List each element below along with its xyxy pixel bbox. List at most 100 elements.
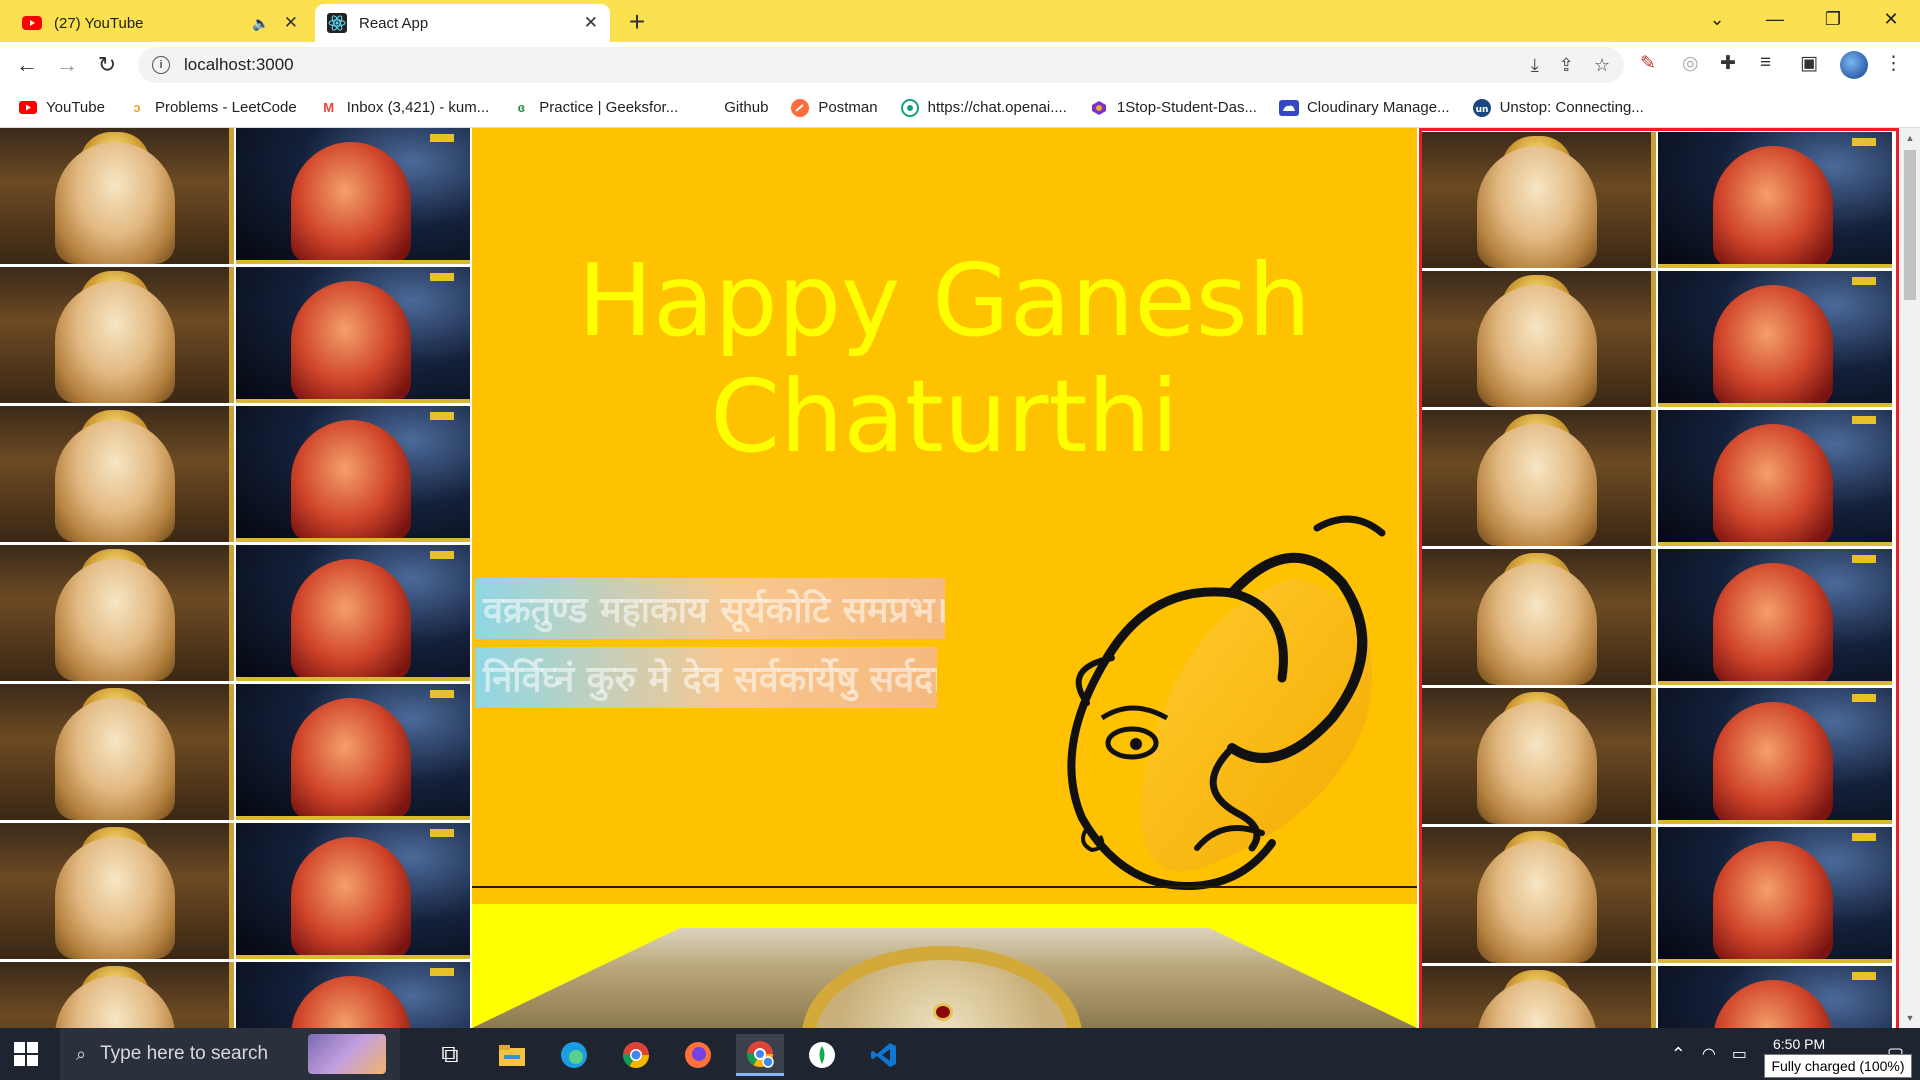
bookmark-1stop[interactable]: 1Stop-Student-Das... [1089,99,1257,116]
mongodb-icon[interactable] [798,1034,846,1076]
address-bar[interactable]: i localhost:3000 ⤓ ⇪ ☆ [138,47,1624,83]
ganesha-photo-tile-red [1658,132,1892,268]
restore-icon[interactable]: ❐ [1804,0,1862,38]
taskbar-clock[interactable]: 6:50 PM [1773,1036,1825,1052]
scroll-up-icon[interactable]: ▲ [1900,130,1920,146]
svg-text:un: un [1475,105,1488,115]
headline-line-1: Happy Ganesh [577,242,1312,359]
ganesha-photo-tile-red [1658,410,1892,546]
tab-react-app[interactable]: React App ✕ [315,4,610,42]
bookmark-label: https://chat.openai.... [927,99,1067,116]
ganesha-photo-tile-golden [0,962,234,1028]
firefox-icon[interactable] [674,1034,722,1076]
ganesha-photo-tile-golden [1422,966,1656,1028]
search-icon: ⌕ [76,1043,87,1064]
pen-extension-icon[interactable]: ✎ [1640,52,1656,75]
windows-taskbar: ⌕ Type here to search ⧉ ⌃ ◠ ▭ ▢ 6:50 PM [0,1028,1920,1080]
reload-icon[interactable]: ↻ [92,50,122,80]
share-icon[interactable]: ⇪ [1559,55,1574,76]
window-controls: ⌄ — ❐ ✕ [1688,0,1920,42]
greeting-panel: Happy Ganesh Chaturthi वक्रतुण्ड महाकाय … [472,128,1417,1028]
reading-list-icon[interactable]: ≡ [1760,52,1771,74]
forward-icon[interactable]: → [52,50,82,80]
page-viewport: Happy Ganesh Chaturthi वक्रतुण्ड महाकाय … [0,128,1920,1028]
scrollbar-thumb[interactable] [1904,150,1916,300]
search-placeholder: Type here to search [100,1043,269,1064]
wifi-icon[interactable]: ◠ [1702,1044,1716,1064]
bookmark-chatgpt[interactable]: https://chat.openai.... [900,98,1067,117]
postman-icon [790,98,810,117]
bookmark-label: Postman [818,99,878,116]
bookmark-github[interactable]: Github [724,99,768,116]
close-icon[interactable]: ✕ [284,13,298,33]
ganesha-photo-tile-golden [0,406,234,542]
new-tab-button[interactable]: + [622,6,652,38]
youtube-icon [18,100,38,116]
ganesha-photo-tile-golden [0,823,234,959]
vscode-icon[interactable] [860,1034,908,1076]
bookmark-postman[interactable]: Postman [790,98,878,117]
windows-start-icon[interactable] [14,1042,38,1066]
mantra-line-1: वक्रतुण्ड महाकाय सूर्यकोटि समप्रभ। [475,578,945,639]
bookmark-youtube[interactable]: YouTube [18,99,105,116]
ganesha-photo-tile-red [236,684,470,820]
back-icon[interactable]: ← [12,50,42,80]
bookmark-cloudinary[interactable]: Cloudinary Manage... [1278,99,1450,116]
ganesha-photo-tile-golden [0,545,234,681]
file-explorer-icon[interactable] [488,1034,536,1076]
speaker-muted-icon[interactable]: 🔈 [252,15,269,32]
browser-tab-bar: (27) YouTube 🔈 ✕ React App ✕ + ⌄ — ❐ ✕ [0,0,1920,42]
bookmark-label: Problems - LeetCode [154,99,297,116]
scroll-down-icon[interactable]: ▼ [1900,1010,1920,1026]
tab-label: React App [359,14,429,32]
headline-line-2: Chaturthi [710,358,1179,475]
edge-icon[interactable] [550,1034,598,1076]
search-highlight-art [308,1034,386,1074]
bookmark-gmail[interactable]: M Inbox (3,421) - kum... [319,99,489,116]
info-icon[interactable]: i [152,56,170,74]
close-icon[interactable]: ✕ [584,13,598,33]
chrome-profile-icon[interactable] [736,1034,784,1076]
tab-youtube[interactable]: (27) YouTube 🔈 ✕ [10,4,310,42]
bookmark-label: YouTube [46,99,105,116]
gfg-icon: ɞ [517,100,525,115]
tab-search-icon[interactable]: ⌄ [1688,0,1746,38]
bookmark-label: 1Stop-Student-Das... [1116,99,1257,116]
install-app-icon[interactable]: ⤓ [1531,55,1539,76]
minimize-icon[interactable]: — [1746,0,1804,38]
bookmark-star-icon[interactable]: ☆ [1594,55,1610,76]
temple-gem [933,1003,953,1021]
browser-toolbar: ← → ↻ i localhost:3000 ⤓ ⇪ ☆ ✎ ◎ ✚ ≡ ▣ ⋮ [0,42,1920,88]
profile-avatar[interactable] [1840,51,1868,79]
ganesha-photo-tile-red [1658,827,1892,963]
ganesha-photo-tile-golden [1422,827,1656,963]
ganesha-photo-tile-golden [1422,549,1656,685]
ganesha-photo-tile-red [1658,271,1892,407]
side-panel-icon[interactable]: ▣ [1800,52,1818,75]
task-view-icon[interactable]: ⧉ [426,1034,474,1076]
ganesha-photo-tile-red [236,545,470,681]
tab-label: (27) YouTube [54,14,144,32]
page-title: Happy Ganesh Chaturthi [472,243,1417,475]
mantra-line-2: निर्विघ्नं कुरु मे देव सर्वकार्येषु सर्व… [475,647,937,708]
ganesha-photo-tile-golden [1422,410,1656,546]
ganesha-photo-tile-red [236,823,470,959]
show-hidden-icons-icon[interactable]: ⌃ [1671,1044,1686,1065]
ganesha-photo-tile-red [236,267,470,403]
divider [472,886,1417,888]
chrome-icon[interactable] [612,1034,660,1076]
bookmark-leetcode[interactable]: ↄ Problems - LeetCode [127,99,297,116]
battery-icon[interactable]: ▭ [1732,1044,1747,1064]
ganesha-photo-tile-golden [1422,688,1656,824]
extensions-puzzle-icon[interactable]: ✚ [1720,52,1736,75]
record-extension-icon[interactable]: ◎ [1682,52,1699,75]
taskbar-search[interactable]: ⌕ Type here to search [60,1028,400,1080]
mantra-block: वक्रतुण्ड महाकाय सूर्यकोटि समप्रभ। निर्व… [475,578,945,716]
page-scrollbar[interactable]: ▲ ▼ [1900,128,1920,1028]
bookmark-geeksforgeeks[interactable]: ɞ Practice | Geeksfor... [511,99,679,116]
ganesha-photo-tile-golden [0,684,234,820]
close-window-icon[interactable]: ✕ [1862,0,1920,38]
menu-kebab-icon[interactable]: ⋮ [1884,52,1903,75]
bookmark-label: Cloudinary Manage... [1306,99,1450,116]
bookmark-unstop[interactable]: un Unstop: Connecting... [1472,98,1644,117]
